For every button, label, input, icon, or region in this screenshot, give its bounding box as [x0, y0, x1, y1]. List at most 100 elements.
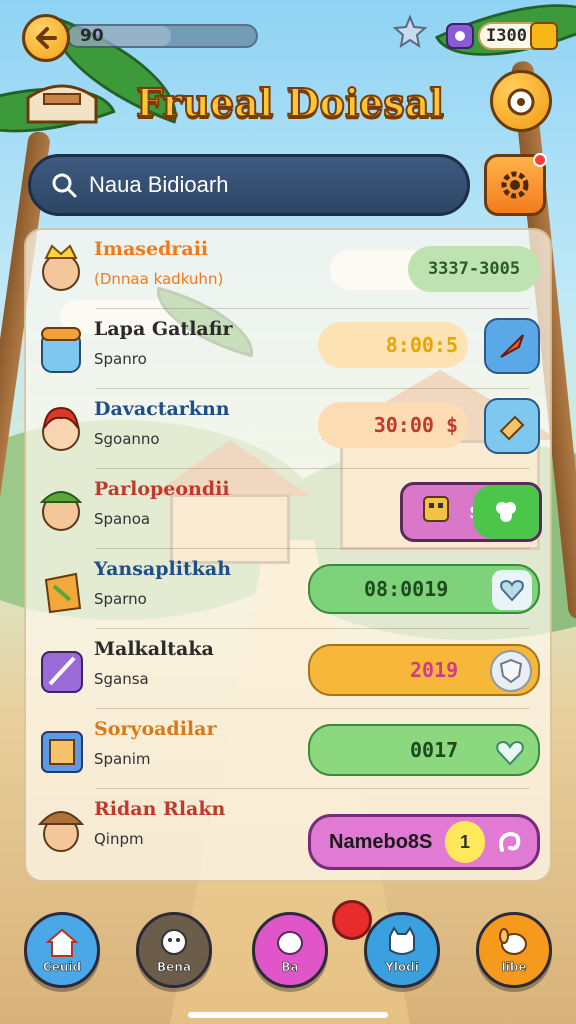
quill-button[interactable]: [484, 318, 540, 374]
eraser-icon: [499, 415, 525, 441]
timer-pill[interactable]: 30:00 $: [318, 402, 468, 448]
eraser-button[interactable]: [484, 398, 540, 454]
shield-icon: [490, 650, 532, 692]
item-value: 3337-3005: [427, 259, 521, 279]
action-pill[interactable]: Namebo8S 1: [308, 814, 540, 870]
clover-icon: [473, 485, 539, 539]
list-item[interactable]: Parlopeondii Spanoa $: [26, 470, 554, 550]
item-title: Ridan Rlakn: [94, 798, 226, 820]
heart-icon: [492, 570, 532, 610]
crowned-character-icon: [42, 244, 80, 291]
robot-toy-icon: [403, 485, 469, 539]
count-badge: 1: [445, 821, 485, 863]
gear-icon: [501, 171, 529, 199]
item-title: Imasedraii: [94, 238, 209, 260]
notification-badge: [332, 900, 372, 940]
pet-face-icon: [507, 88, 535, 116]
nav-label: Ceuid: [42, 960, 82, 975]
divider: [96, 788, 530, 789]
coin-counter: I300: [478, 22, 558, 50]
list-item[interactable]: Soryoadilar Spanim 0017: [26, 710, 554, 790]
frame-icon: [41, 731, 83, 773]
cat-icon: [389, 926, 415, 955]
hat-character-icon: [37, 811, 85, 852]
list-item[interactable]: Yansaplitkah Sparno 08:0019: [26, 550, 554, 630]
item-title: Yansaplitkah: [94, 558, 232, 580]
list-item[interactable]: Davactarknn Sgoanno 30:00 $: [26, 390, 554, 470]
divider: [96, 308, 530, 309]
page-title: Frueal Doiesal: [135, 79, 445, 126]
item-subtitle: Spanim: [94, 750, 151, 768]
nav-label: Iibe: [501, 960, 527, 975]
home-icon: [45, 928, 79, 957]
nav-ylodi[interactable]: Ylodi: [364, 912, 440, 988]
nav-ba[interactable]: Ba: [252, 912, 328, 988]
profile-button[interactable]: [490, 70, 552, 132]
item-subtitle: (Dnnaa kadkuhn): [94, 270, 224, 288]
nav-label: Bena: [157, 960, 192, 975]
timer-pill[interactable]: 08:0019: [308, 564, 540, 614]
item-subtitle: Spanro: [94, 350, 147, 368]
item-value: 08:0019: [364, 577, 449, 601]
level-number: 90: [80, 26, 104, 46]
item-value: 0017: [410, 738, 459, 762]
item-subtitle: Sgoanno: [94, 430, 160, 448]
item-title: Lapa Gatlafir: [94, 318, 233, 340]
divider: [96, 388, 530, 389]
item-subtitle: Sgansa: [94, 670, 149, 688]
sword-icon: [41, 651, 83, 693]
item-subtitle: Spanoa: [94, 510, 151, 528]
treasure-chest-icon[interactable]: [24, 78, 100, 128]
reward-pill[interactable]: $: [400, 482, 542, 542]
search-input[interactable]: [89, 172, 429, 198]
divider: [96, 548, 530, 549]
search-icon: [52, 173, 77, 198]
item-subtitle: Sparno: [94, 590, 147, 608]
redhead-character-icon: [42, 406, 80, 451]
potion-icon: [44, 572, 82, 614]
divider: [96, 468, 530, 469]
search-bar[interactable]: [28, 154, 470, 216]
capped-character-icon: [39, 491, 83, 531]
item-value: 8:00:5: [385, 333, 458, 357]
arrow-left-icon: [36, 27, 57, 49]
dog-icon: [499, 928, 527, 955]
item-value: Namebo8S: [329, 830, 433, 853]
star-icon[interactable]: [392, 14, 428, 50]
coin-amount: I300: [486, 26, 527, 46]
nav-label: Ba: [281, 960, 299, 975]
quill-icon: [500, 334, 524, 358]
swirl-icon: [489, 823, 529, 863]
list-item[interactable]: Ridan Rlakn Qinpm Namebo8S 1: [26, 790, 554, 870]
nav-label: Ylodi: [385, 960, 419, 975]
divider: [96, 708, 530, 709]
item-value: 2019: [410, 658, 459, 682]
list-item[interactable]: Imasedraii (Dnnaa kadkuhn) 3337-3005: [26, 230, 554, 310]
check-heart-icon: [490, 732, 530, 772]
ghost-cat-icon: [161, 929, 187, 955]
item-title: Soryoadilar: [94, 718, 217, 740]
notification-dot: [533, 153, 547, 167]
item-subtitle: Qinpm: [94, 830, 144, 848]
back-button[interactable]: [22, 14, 70, 62]
coin-icon: [530, 22, 558, 50]
robot-character-icon: [41, 327, 81, 373]
item-value: 30:00 $: [373, 413, 458, 437]
settings-button[interactable]: [484, 153, 547, 216]
nav-bena[interactable]: Bena: [136, 912, 212, 988]
list-item[interactable]: Lapa Gatlafir Spanro 8:00:5: [26, 310, 554, 390]
divider: [96, 628, 530, 629]
nav-home[interactable]: Ceuid: [24, 912, 100, 988]
value-pill[interactable]: 2019: [308, 644, 540, 696]
item-title: Davactarknn: [94, 398, 230, 420]
timer-pill[interactable]: 8:00:5: [318, 322, 468, 368]
value-pill[interactable]: 3337-3005: [408, 246, 540, 292]
value-pill[interactable]: 0017: [308, 724, 540, 776]
pet-icon: [277, 931, 303, 955]
gem-bag-icon[interactable]: [444, 18, 476, 50]
item-title: Parlopeondii: [94, 478, 230, 500]
nav-iibe[interactable]: Iibe: [476, 912, 552, 988]
home-indicator: [188, 1012, 388, 1018]
list-item[interactable]: Malkaltaka Sgansa 2019: [26, 630, 554, 710]
item-list-panel: Imasedraii (Dnnaa kadkuhn) 3337-3005 Lap…: [24, 228, 552, 882]
